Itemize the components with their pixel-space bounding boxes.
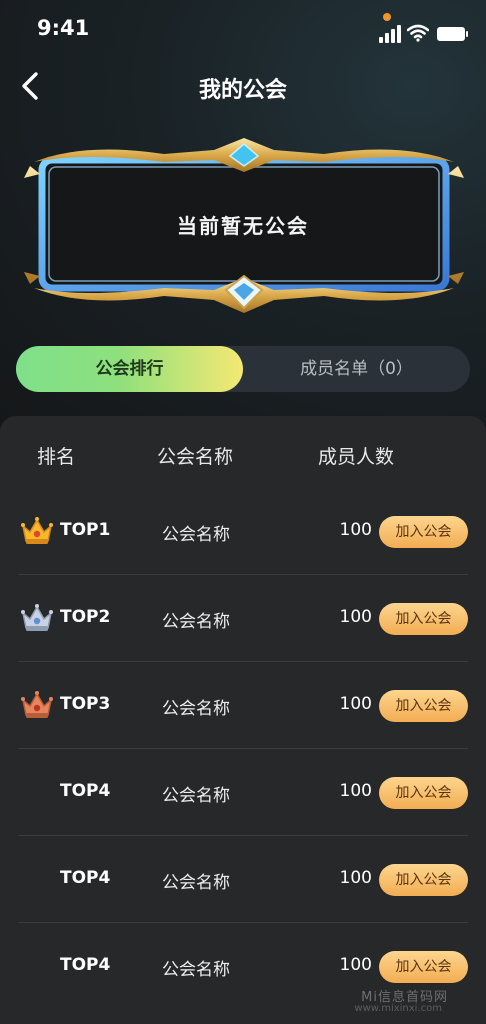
member-count: 100 bbox=[339, 955, 372, 975]
table-row: TOP2 公会名称 100 加入公会 bbox=[18, 575, 468, 662]
column-header-rank: 排名 bbox=[37, 446, 76, 468]
table-row: TOP4 公会名称 100 加入公会 bbox=[18, 749, 468, 836]
join-guild-button[interactable]: 加入公会 bbox=[379, 690, 468, 722]
join-guild-button[interactable]: 加入公会 bbox=[379, 864, 468, 896]
tab-member-list[interactable]: 成员名单（0） bbox=[243, 346, 470, 392]
battery-icon bbox=[437, 27, 468, 41]
rank-label: TOP4 bbox=[60, 955, 111, 975]
rank-label: TOP4 bbox=[60, 781, 111, 801]
member-count: 100 bbox=[339, 868, 372, 888]
page-title: 我的公会 bbox=[198, 78, 287, 103]
gold-crown-icon bbox=[21, 517, 53, 544]
wifi-icon bbox=[407, 24, 429, 42]
bronze-crown-icon bbox=[21, 691, 53, 718]
rank-label: TOP3 bbox=[60, 694, 111, 714]
no-guild-text: 当前暂无公会 bbox=[177, 214, 309, 238]
status-bar: 9:41 bbox=[0, 0, 486, 56]
signal-icon bbox=[379, 25, 403, 43]
watermark-url: www.mixinxi.com bbox=[354, 1003, 442, 1014]
table-row: TOP1 公会名称 100 加入公会 bbox=[18, 488, 468, 575]
silver-crown-icon bbox=[21, 604, 53, 631]
rank-label: TOP2 bbox=[60, 607, 111, 627]
guild-name: 公会名称 bbox=[162, 786, 230, 806]
join-guild-button[interactable]: 加入公会 bbox=[379, 603, 468, 635]
guild-name: 公会名称 bbox=[162, 873, 230, 893]
member-count: 100 bbox=[339, 781, 372, 801]
rank-label: TOP4 bbox=[60, 868, 111, 888]
recording-indicator-dot bbox=[383, 13, 391, 21]
guild-name: 公会名称 bbox=[162, 699, 230, 719]
member-count: 100 bbox=[339, 694, 372, 714]
join-guild-button[interactable]: 加入公会 bbox=[379, 516, 468, 548]
table-row: TOP3 公会名称 100 加入公会 bbox=[18, 662, 468, 749]
rank-label: TOP1 bbox=[60, 520, 111, 540]
join-guild-button[interactable]: 加入公会 bbox=[379, 777, 468, 809]
status-time: 9:41 bbox=[37, 16, 90, 40]
table-row: TOP4 公会名称 100 加入公会 bbox=[18, 836, 468, 923]
join-guild-button[interactable]: 加入公会 bbox=[379, 951, 468, 983]
member-count: 100 bbox=[339, 520, 372, 540]
member-count: 100 bbox=[339, 607, 372, 627]
guild-name: 公会名称 bbox=[162, 612, 230, 632]
column-header-guild-name: 公会名称 bbox=[157, 446, 234, 468]
tab-guild-ranking[interactable]: 公会排行 bbox=[16, 346, 243, 392]
guild-name: 公会名称 bbox=[162, 960, 230, 980]
column-header-member-count: 成员人数 bbox=[318, 446, 395, 468]
guild-name: 公会名称 bbox=[162, 525, 230, 545]
tab-bar: 公会排行 成员名单（0） bbox=[16, 346, 470, 392]
